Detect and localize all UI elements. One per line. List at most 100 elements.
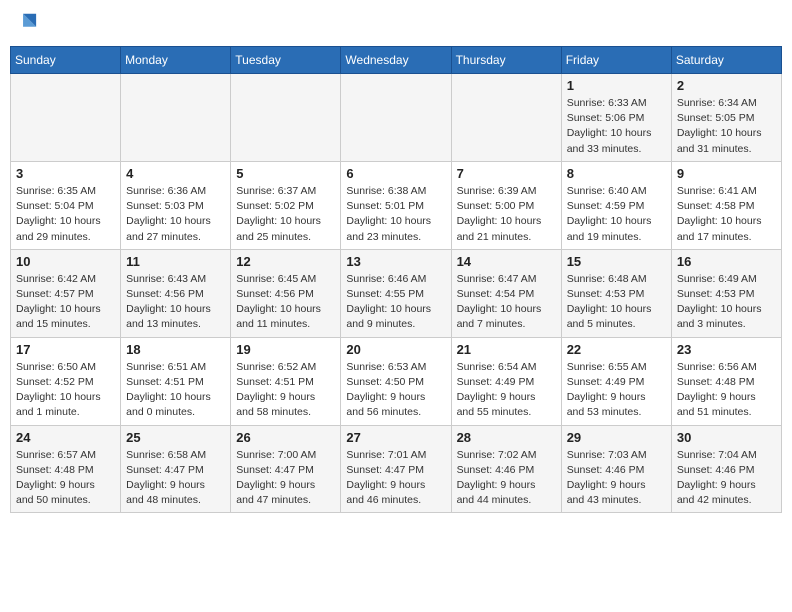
day-cell: 5 Sunrise: 6:37 AM Sunset: 5:02 PM Daylig… [231, 161, 341, 249]
day-info: Sunrise: 6:53 AM Sunset: 4:50 PM Dayligh… [346, 360, 445, 421]
calendar-header: SundayMondayTuesdayWednesdayThursdayFrid… [11, 47, 782, 74]
day-info: Sunrise: 6:34 AM Sunset: 5:05 PM Dayligh… [677, 96, 776, 157]
day-cell [121, 74, 231, 162]
day-cell [341, 74, 451, 162]
day-cell: 7 Sunrise: 6:39 AM Sunset: 5:00 PM Daylig… [451, 161, 561, 249]
calendar-body: 1 Sunrise: 6:33 AM Sunset: 5:06 PM Daylig… [11, 74, 782, 513]
header-row: SundayMondayTuesdayWednesdayThursdayFrid… [11, 47, 782, 74]
day-info: Sunrise: 6:46 AM Sunset: 4:55 PM Dayligh… [346, 272, 445, 333]
day-cell: 25 Sunrise: 6:58 AM Sunset: 4:47 PM Dayli… [121, 425, 231, 513]
header-day-sunday: Sunday [11, 47, 121, 74]
day-cell: 3 Sunrise: 6:35 AM Sunset: 5:04 PM Daylig… [11, 161, 121, 249]
header-day-saturday: Saturday [671, 47, 781, 74]
day-cell: 13Sunrise: 6:46 AM Sunset: 4:55 PM Dayli… [341, 249, 451, 337]
day-number: 20 [346, 342, 445, 357]
day-number: 5 [236, 166, 335, 181]
day-info: Sunrise: 7:04 AM Sunset: 4:46 PM Dayligh… [677, 448, 776, 509]
day-cell: 15 Sunrise: 6:48 AM Sunset: 4:53 PM Dayli… [561, 249, 671, 337]
day-cell: 10Sunrise: 6:42 AM Sunset: 4:57 PM Dayli… [11, 249, 121, 337]
day-cell: 6 Sunrise: 6:38 AM Sunset: 5:01 PM Daylig… [341, 161, 451, 249]
day-number: 7 [457, 166, 556, 181]
day-cell: 12 Sunrise: 6:45 AM Sunset: 4:56 PM Dayli… [231, 249, 341, 337]
day-cell: 20 Sunrise: 6:53 AM Sunset: 4:50 PM Dayli… [341, 337, 451, 425]
day-cell: 17 Sunrise: 6:50 AM Sunset: 4:52 PM Dayli… [11, 337, 121, 425]
day-info: Sunrise: 6:58 AM Sunset: 4:47 PM Dayligh… [126, 448, 225, 509]
day-info: Sunrise: 6:38 AM Sunset: 5:01 PM Dayligh… [346, 184, 445, 245]
day-cell: 30 Sunrise: 7:04 AM Sunset: 4:46 PM Dayli… [671, 425, 781, 513]
week-row-3: 10Sunrise: 6:42 AM Sunset: 4:57 PM Dayli… [11, 249, 782, 337]
day-cell [11, 74, 121, 162]
day-info: Sunrise: 6:35 AM Sunset: 5:04 PM Dayligh… [16, 184, 115, 245]
day-info: Sunrise: 6:50 AM Sunset: 4:52 PM Dayligh… [16, 360, 115, 421]
day-info: Sunrise: 6:56 AM Sunset: 4:48 PM Dayligh… [677, 360, 776, 421]
day-info: Sunrise: 6:47 AM Sunset: 4:54 PM Dayligh… [457, 272, 556, 333]
day-info: Sunrise: 6:51 AM Sunset: 4:51 PM Dayligh… [126, 360, 225, 421]
day-number: 2 [677, 78, 776, 93]
day-number: 29 [567, 430, 666, 445]
day-cell: 16Sunrise: 6:49 AM Sunset: 4:53 PM Dayli… [671, 249, 781, 337]
day-number: 19 [236, 342, 335, 357]
header-day-tuesday: Tuesday [231, 47, 341, 74]
day-info: Sunrise: 6:52 AM Sunset: 4:51 PM Dayligh… [236, 360, 335, 421]
day-number: 30 [677, 430, 776, 445]
day-info: Sunrise: 6:45 AM Sunset: 4:56 PM Dayligh… [236, 272, 335, 333]
day-number: 6 [346, 166, 445, 181]
day-number: 16 [677, 254, 776, 269]
calendar-table: SundayMondayTuesdayWednesdayThursdayFrid… [10, 46, 782, 513]
week-row-5: 24Sunrise: 6:57 AM Sunset: 4:48 PM Dayli… [11, 425, 782, 513]
day-number: 17 [16, 342, 115, 357]
day-info: Sunrise: 6:55 AM Sunset: 4:49 PM Dayligh… [567, 360, 666, 421]
day-number: 8 [567, 166, 666, 181]
day-info: Sunrise: 7:02 AM Sunset: 4:46 PM Dayligh… [457, 448, 556, 509]
day-info: Sunrise: 7:01 AM Sunset: 4:47 PM Dayligh… [346, 448, 445, 509]
day-info: Sunrise: 6:33 AM Sunset: 5:06 PM Dayligh… [567, 96, 666, 157]
day-number: 3 [16, 166, 115, 181]
logo [10, 10, 42, 38]
day-info: Sunrise: 7:00 AM Sunset: 4:47 PM Dayligh… [236, 448, 335, 509]
day-info: Sunrise: 6:48 AM Sunset: 4:53 PM Dayligh… [567, 272, 666, 333]
week-row-2: 3 Sunrise: 6:35 AM Sunset: 5:04 PM Daylig… [11, 161, 782, 249]
page-header [10, 10, 782, 38]
day-cell: 8 Sunrise: 6:40 AM Sunset: 4:59 PM Daylig… [561, 161, 671, 249]
day-info: Sunrise: 6:43 AM Sunset: 4:56 PM Dayligh… [126, 272, 225, 333]
day-info: Sunrise: 6:40 AM Sunset: 4:59 PM Dayligh… [567, 184, 666, 245]
day-cell: 29 Sunrise: 7:03 AM Sunset: 4:46 PM Dayli… [561, 425, 671, 513]
day-info: Sunrise: 7:03 AM Sunset: 4:46 PM Dayligh… [567, 448, 666, 509]
day-info: Sunrise: 6:39 AM Sunset: 5:00 PM Dayligh… [457, 184, 556, 245]
day-cell [231, 74, 341, 162]
day-number: 22 [567, 342, 666, 357]
day-info: Sunrise: 6:57 AM Sunset: 4:48 PM Dayligh… [16, 448, 115, 509]
day-number: 4 [126, 166, 225, 181]
day-number: 27 [346, 430, 445, 445]
day-cell: 23Sunrise: 6:56 AM Sunset: 4:48 PM Dayli… [671, 337, 781, 425]
day-cell: 22 Sunrise: 6:55 AM Sunset: 4:49 PM Dayli… [561, 337, 671, 425]
day-info: Sunrise: 6:37 AM Sunset: 5:02 PM Dayligh… [236, 184, 335, 245]
day-number: 25 [126, 430, 225, 445]
day-cell: 26Sunrise: 7:00 AM Sunset: 4:47 PM Dayli… [231, 425, 341, 513]
day-cell: 19 Sunrise: 6:52 AM Sunset: 4:51 PM Dayli… [231, 337, 341, 425]
day-number: 28 [457, 430, 556, 445]
day-cell: 18 Sunrise: 6:51 AM Sunset: 4:51 PM Dayli… [121, 337, 231, 425]
day-number: 1 [567, 78, 666, 93]
day-number: 12 [236, 254, 335, 269]
day-number: 18 [126, 342, 225, 357]
day-number: 14 [457, 254, 556, 269]
day-number: 10 [16, 254, 115, 269]
header-day-thursday: Thursday [451, 47, 561, 74]
header-day-monday: Monday [121, 47, 231, 74]
day-number: 15 [567, 254, 666, 269]
day-info: Sunrise: 6:36 AM Sunset: 5:03 PM Dayligh… [126, 184, 225, 245]
day-cell: 9 Sunrise: 6:41 AM Sunset: 4:58 PM Daylig… [671, 161, 781, 249]
day-cell: 27 Sunrise: 7:01 AM Sunset: 4:47 PM Dayli… [341, 425, 451, 513]
day-number: 11 [126, 254, 225, 269]
day-cell: 28 Sunrise: 7:02 AM Sunset: 4:46 PM Dayli… [451, 425, 561, 513]
day-cell: 11 Sunrise: 6:43 AM Sunset: 4:56 PM Dayli… [121, 249, 231, 337]
day-number: 21 [457, 342, 556, 357]
day-number: 9 [677, 166, 776, 181]
day-info: Sunrise: 6:41 AM Sunset: 4:58 PM Dayligh… [677, 184, 776, 245]
day-cell: 2 Sunrise: 6:34 AM Sunset: 5:05 PM Daylig… [671, 74, 781, 162]
day-info: Sunrise: 6:54 AM Sunset: 4:49 PM Dayligh… [457, 360, 556, 421]
header-day-wednesday: Wednesday [341, 47, 451, 74]
week-row-1: 1 Sunrise: 6:33 AM Sunset: 5:06 PM Daylig… [11, 74, 782, 162]
day-cell: 1 Sunrise: 6:33 AM Sunset: 5:06 PM Daylig… [561, 74, 671, 162]
